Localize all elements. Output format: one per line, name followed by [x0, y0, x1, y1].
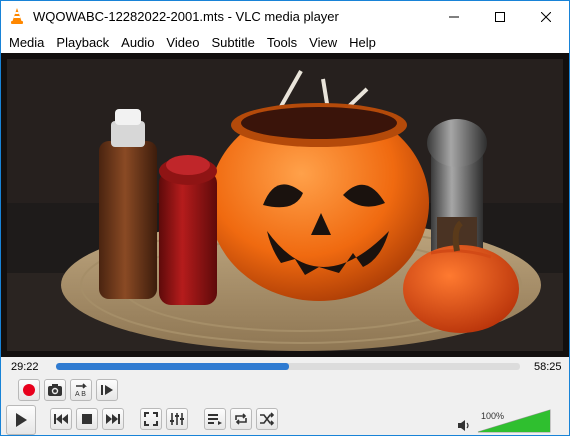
menu-audio[interactable]: Audio: [115, 32, 160, 53]
shuffle-icon: [260, 412, 275, 426]
elapsed-time: 29:22: [11, 361, 39, 373]
frame-by-frame-button[interactable]: [96, 379, 118, 401]
snapshot-button[interactable]: [44, 379, 66, 401]
maximize-button[interactable]: [477, 1, 523, 32]
menu-view[interactable]: View: [303, 32, 343, 53]
total-time: 58:25: [534, 361, 562, 373]
loop-button[interactable]: [230, 408, 252, 430]
stop-button[interactable]: [76, 408, 98, 430]
stop-icon: [82, 414, 92, 424]
speaker-icon[interactable]: [457, 419, 471, 432]
loop-icon: [235, 413, 247, 425]
ab-loop-button[interactable]: A B: [70, 379, 92, 401]
video-frame[interactable]: [1, 53, 569, 357]
play-button[interactable]: [6, 405, 36, 435]
close-icon: [541, 11, 551, 22]
seek-bar[interactable]: [56, 363, 520, 370]
next-icon: [106, 414, 120, 424]
seek-bar-fill: [56, 363, 290, 370]
record-icon: [23, 384, 35, 396]
minimize-icon: [449, 16, 459, 17]
playlist-button[interactable]: [204, 408, 226, 430]
ab-loop-icon: A B: [75, 383, 87, 398]
title-bar[interactable]: WQOWABC-12282022-2001.mts - VLC media pl…: [1, 1, 569, 32]
menu-media[interactable]: Media: [3, 32, 50, 53]
maximize-icon: [495, 11, 505, 22]
previous-button[interactable]: [50, 408, 72, 430]
vlc-cone-icon: [11, 8, 23, 24]
playlist-icon: [208, 414, 222, 425]
shuffle-button[interactable]: [256, 408, 278, 430]
menu-video[interactable]: Video: [160, 32, 205, 53]
close-button[interactable]: [523, 1, 569, 32]
svg-text:A B: A B: [75, 391, 86, 398]
window-title: WQOWABC-12282022-2001.mts - VLC media pl…: [33, 9, 339, 24]
menu-subtitle[interactable]: Subtitle: [205, 32, 260, 53]
menu-help[interactable]: Help: [343, 32, 382, 53]
record-button[interactable]: [18, 379, 40, 401]
vlc-window: WQOWABC-12282022-2001.mts - VLC media pl…: [0, 0, 570, 436]
previous-icon: [54, 414, 68, 424]
play-icon: [16, 413, 27, 427]
frame-step-icon: [101, 385, 113, 395]
extended-settings-button[interactable]: [166, 408, 188, 430]
menu-tools[interactable]: Tools: [261, 32, 303, 53]
fullscreen-button[interactable]: [140, 408, 162, 430]
fullscreen-icon: [144, 412, 158, 426]
equalizer-icon: [170, 413, 184, 425]
menu-playback[interactable]: Playback: [50, 32, 115, 53]
seek-row: 29:22 58:25: [1, 357, 569, 377]
next-button[interactable]: [102, 408, 124, 430]
volume-slider[interactable]: [477, 409, 551, 433]
minimize-button[interactable]: [431, 1, 477, 32]
menu-bar: Media Playback Audio Video Subtitle Tool…: [1, 32, 569, 53]
camera-icon: [48, 384, 62, 396]
video-still-image: [1, 53, 569, 357]
